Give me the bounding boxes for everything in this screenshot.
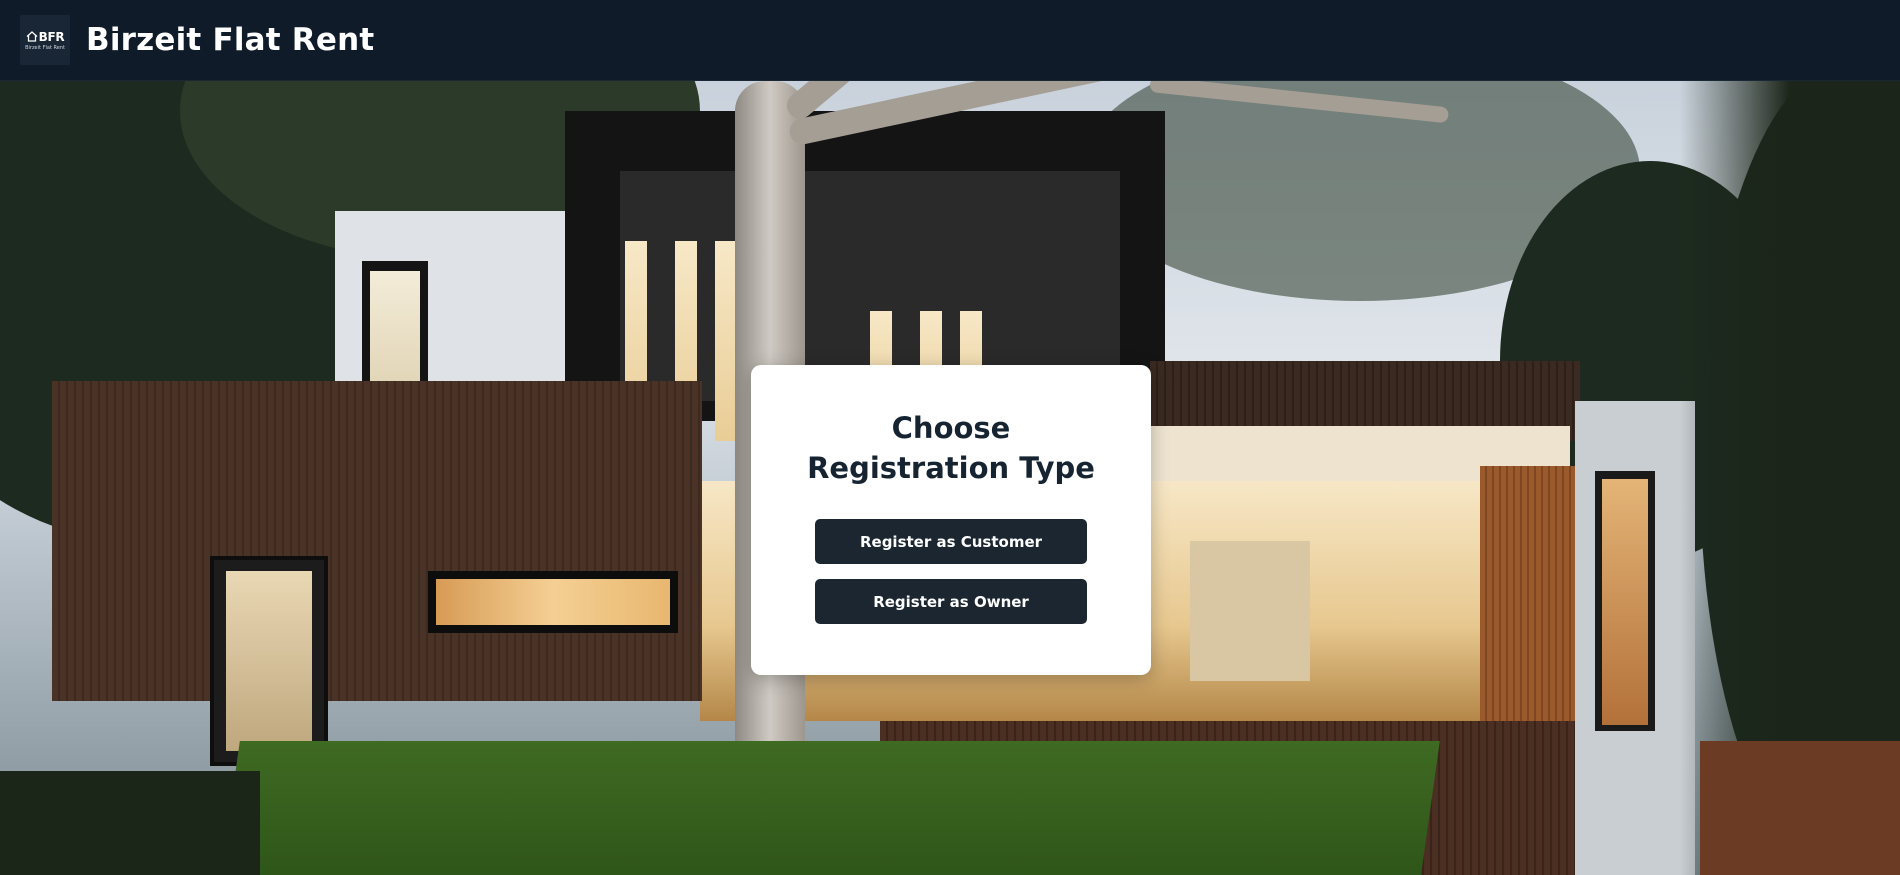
logo-abbr: BFR: [38, 29, 65, 44]
logo-subtitle: Birzeit Flat Rent: [25, 44, 65, 51]
top-bar: BFR Birzeit Flat Rent Birzeit Flat Rent: [0, 0, 1900, 81]
registration-title: Choose Registration Type: [807, 411, 1095, 485]
site-title: Birzeit Flat Rent: [86, 22, 375, 58]
registration-type-card: Choose Registration Type Register as Cus…: [751, 365, 1151, 675]
house-icon: [26, 31, 38, 42]
register-customer-button[interactable]: Register as Customer: [815, 519, 1087, 564]
register-owner-button[interactable]: Register as Owner: [815, 579, 1087, 624]
brand-logo[interactable]: BFR Birzeit Flat Rent: [20, 15, 70, 65]
